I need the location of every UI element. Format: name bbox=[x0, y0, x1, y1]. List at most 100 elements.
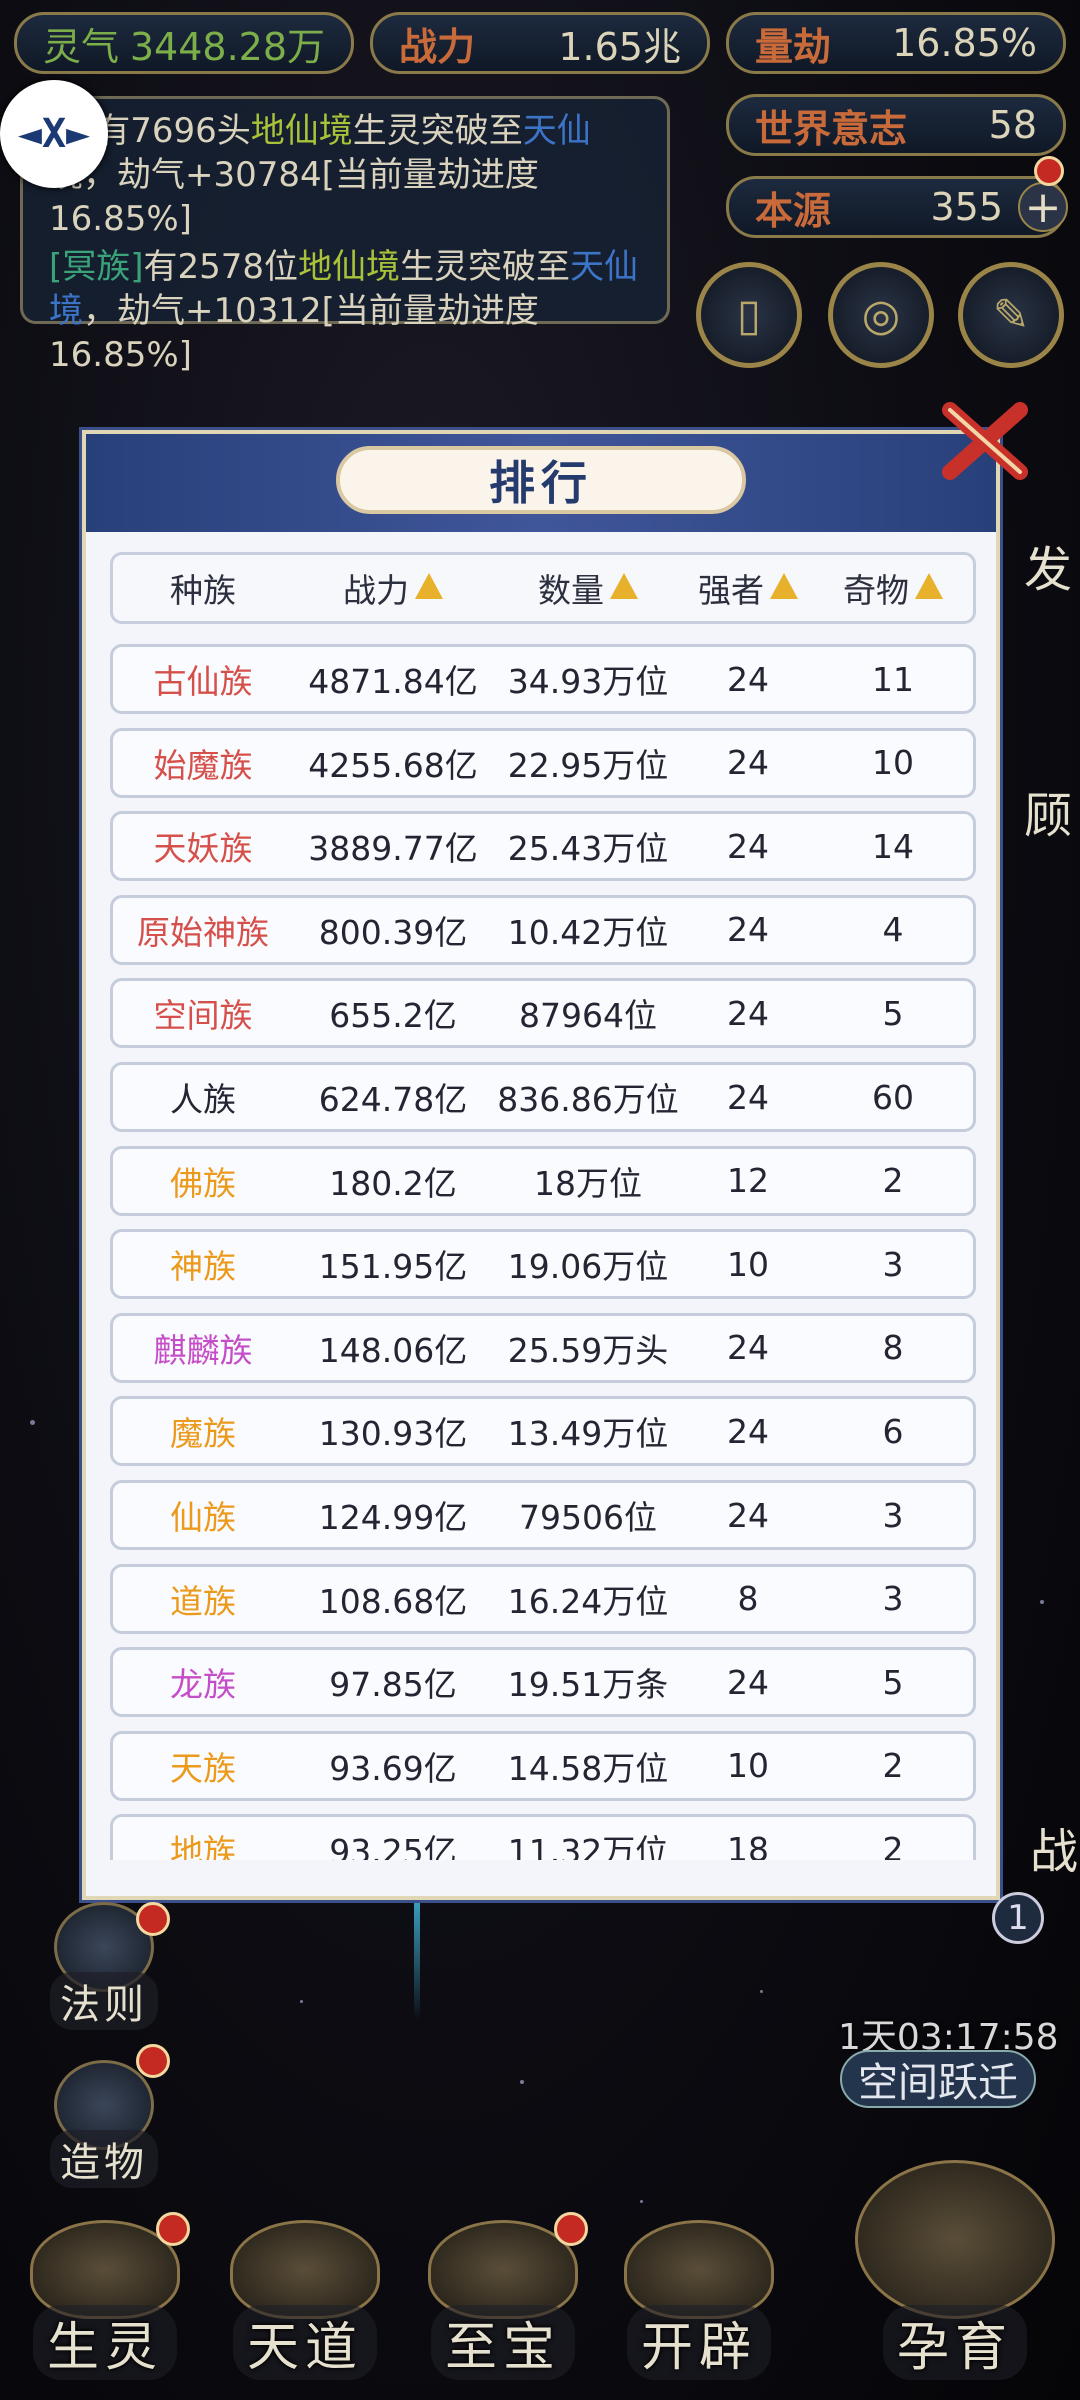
sort-arrow-icon bbox=[610, 573, 638, 599]
row-cell-count: 87964位 bbox=[519, 996, 657, 1036]
row-cell-items: 8 bbox=[882, 1328, 904, 1368]
table-row[interactable]: 麒麟族 148.06亿 25.59万头 24 8 bbox=[110, 1312, 976, 1383]
row-cell-power: 800.39亿 bbox=[318, 912, 468, 952]
nav-label: 开辟 bbox=[626, 2305, 771, 2380]
side-label-zhan[interactable]: 战 bbox=[1030, 1812, 1078, 1882]
row-cell-strong: 24 bbox=[727, 1077, 769, 1117]
row-cell-count: 11.32万位 bbox=[507, 1832, 669, 1860]
card-icon[interactable]: ▯ bbox=[696, 262, 802, 368]
table-row[interactable]: 古仙族 4871.84亿 34.93万位 24 11 bbox=[110, 644, 976, 714]
header-race: 种族 bbox=[170, 571, 236, 610]
stat-zhanli: 战力 1.65兆 bbox=[370, 12, 710, 74]
row-cell-items: 5 bbox=[882, 993, 904, 1033]
stat-liangjie[interactable]: 量劫 16.85% bbox=[726, 12, 1066, 74]
ranking-modal: 排行 种族 战力 数量 强者 奇物 古仙族 4871.84亿 34.93万位 24 11… bbox=[82, 430, 1000, 1900]
row-cell-items: 2 bbox=[882, 1746, 904, 1786]
row-cell-power: 624.78亿 bbox=[318, 1080, 468, 1119]
ranking-list[interactable]: 古仙族 4871.84亿 34.93万位 24 11 始魔族 4255.68亿 22.95万位… bbox=[110, 644, 976, 1860]
modal-header: 排行 bbox=[86, 434, 996, 532]
table-row[interactable]: 始魔族 4255.68亿 22.95万位 24 10 bbox=[110, 727, 976, 798]
row-cell-strong: 24 bbox=[727, 1662, 769, 1702]
stat-zhanli-value: 1.65兆 bbox=[558, 24, 681, 69]
table-row[interactable]: 空间族 655.2亿 87964位 24 5 bbox=[110, 978, 976, 1049]
stat-benyuan[interactable]: 本源 355 bbox=[726, 176, 1066, 238]
swirl-icon[interactable]: ◎ bbox=[828, 262, 934, 368]
nav-label: 至宝 bbox=[430, 2305, 575, 2380]
row-cell-items: 14 bbox=[872, 826, 914, 866]
table-row[interactable]: 人族 624.78亿 836.86万位 24 60 bbox=[110, 1062, 976, 1132]
nav-label: 天道 bbox=[232, 2305, 377, 2380]
table-header: 种族 战力 数量 强者 奇物 bbox=[110, 552, 976, 624]
row-cell-name: 仙族 bbox=[170, 1498, 236, 1537]
row-cell-power: 3889.77亿 bbox=[308, 829, 478, 869]
row-cell-count: 79506位 bbox=[519, 1498, 657, 1537]
space-jump-button[interactable]: 空间跃迁 bbox=[840, 2050, 1036, 2108]
nav-yunyu[interactable]: 孕育 bbox=[850, 2160, 1060, 2380]
header-power-sort[interactable]: 战力 bbox=[293, 555, 493, 621]
header-count-sort[interactable]: 数量 bbox=[493, 555, 683, 621]
stat-liangjie-label: 量劫 bbox=[755, 24, 832, 69]
row-cell-strong: 24 bbox=[727, 743, 769, 783]
table-row[interactable]: 仙族 124.99亿 79506位 24 3 bbox=[110, 1480, 976, 1550]
row-cell-power: 4871.84亿 bbox=[308, 662, 478, 701]
nav-tiandao[interactable]: 天道 bbox=[220, 2220, 390, 2380]
row-cell-name: 地族 bbox=[170, 1832, 236, 1860]
stat-lingqi-value: 3448.28万 bbox=[129, 24, 325, 69]
table-row[interactable]: 魔族 130.93亿 13.49万位 24 6 bbox=[110, 1396, 976, 1467]
shengling-red-dot bbox=[156, 2212, 190, 2246]
row-cell-power: 124.99亿 bbox=[318, 1498, 468, 1537]
row-cell-name: 佛族 bbox=[170, 1163, 236, 1203]
nav-kaipi[interactable]: 开辟 bbox=[614, 2220, 784, 2380]
table-row[interactable]: 地族 93.25亿 11.32万位 18 2 bbox=[110, 1814, 976, 1860]
table-row[interactable]: 佛族 180.2亿 18万位 12 2 bbox=[110, 1145, 976, 1216]
row-cell-strong: 10 bbox=[727, 1244, 769, 1284]
row-cell-name: 古仙族 bbox=[153, 662, 253, 701]
row-cell-power: 655.2亿 bbox=[329, 996, 457, 1036]
table-row[interactable]: 龙族 97.85亿 19.51万条 24 5 bbox=[110, 1647, 976, 1718]
row-cell-strong: 24 bbox=[727, 1411, 769, 1451]
row-cell-strong: 24 bbox=[727, 1495, 769, 1535]
close-icon[interactable] bbox=[940, 396, 1030, 486]
stat-shijie-label: 世界意志 bbox=[755, 106, 908, 151]
row-cell-count: 19.06万位 bbox=[507, 1247, 669, 1287]
sort-arrow-icon bbox=[415, 573, 443, 599]
overlay-app-icon[interactable]: ◄X► bbox=[0, 80, 108, 188]
nav-label: 孕育 bbox=[882, 2305, 1027, 2380]
yunyu-emblem-icon bbox=[855, 2160, 1055, 2319]
row-cell-name: 空间族 bbox=[153, 996, 253, 1036]
side-label-fa[interactable]: 发 bbox=[1024, 530, 1072, 600]
row-cell-count: 14.58万位 bbox=[507, 1748, 669, 1788]
header-items-sort[interactable]: 奇物 bbox=[813, 555, 973, 621]
row-cell-strong: 24 bbox=[727, 993, 769, 1033]
scroll-icon[interactable]: ✎ bbox=[958, 262, 1064, 368]
side-label-gu[interactable]: 顾 bbox=[1024, 776, 1072, 846]
benyuan-red-dot bbox=[1034, 156, 1064, 186]
table-row[interactable]: 神族 151.95亿 19.06万位 10 3 bbox=[110, 1229, 976, 1300]
row-cell-strong: 24 bbox=[727, 659, 769, 699]
stat-shijie[interactable]: 世界意志 58 bbox=[726, 94, 1066, 156]
row-cell-strong: 24 bbox=[727, 826, 769, 866]
row-cell-count: 836.86万位 bbox=[497, 1080, 679, 1119]
benyuan-add-icon[interactable]: + bbox=[1018, 182, 1068, 233]
row-cell-name: 龙族 bbox=[170, 1665, 236, 1705]
table-row[interactable]: 天妖族 3889.77亿 25.43万位 24 14 bbox=[110, 811, 976, 882]
row-cell-items: 6 bbox=[882, 1411, 904, 1451]
row-cell-power: 93.25亿 bbox=[329, 1832, 457, 1860]
row-cell-name: 神族 bbox=[170, 1247, 236, 1287]
table-row[interactable]: 原始神族 800.39亿 10.42万位 24 4 bbox=[110, 894, 976, 965]
stat-lingqi: 灵气 3448.28万 bbox=[14, 12, 354, 74]
row-cell-strong: 24 bbox=[727, 910, 769, 950]
row-cell-items: 3 bbox=[882, 1244, 904, 1284]
row-cell-power: 97.85亿 bbox=[329, 1665, 457, 1705]
table-row[interactable]: 天族 93.69亿 14.58万位 10 2 bbox=[110, 1730, 976, 1801]
zaowu-button[interactable]: 造物 bbox=[50, 2060, 158, 2188]
row-cell-name: 魔族 bbox=[170, 1414, 236, 1454]
table-row[interactable]: 道族 108.68亿 16.24万位 8 3 bbox=[110, 1563, 976, 1634]
row-cell-power: 108.68亿 bbox=[318, 1581, 468, 1621]
row-cell-items: 3 bbox=[882, 1495, 904, 1535]
row-cell-count: 25.43万位 bbox=[507, 829, 669, 869]
header-strong-sort[interactable]: 强者 bbox=[683, 555, 813, 621]
row-cell-count: 16.24万位 bbox=[507, 1581, 669, 1621]
row-cell-name: 麒麟族 bbox=[153, 1330, 253, 1370]
nav-label: 生灵 bbox=[32, 2305, 177, 2380]
